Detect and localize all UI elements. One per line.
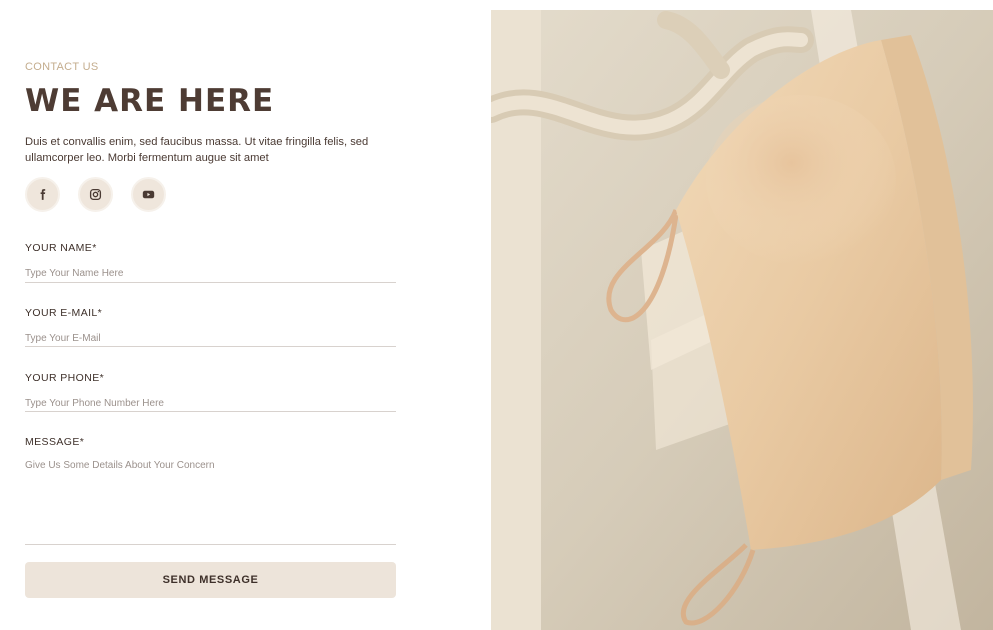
contact-section: CONTACT US WE ARE HERE Duis et convallis… bbox=[25, 0, 396, 630]
bra-on-driftwood-illustration bbox=[491, 10, 993, 630]
phone-label: YOUR PHONE* bbox=[25, 372, 105, 384]
facebook-link[interactable] bbox=[25, 177, 60, 212]
send-message-button[interactable]: SEND MESSAGE bbox=[25, 562, 396, 598]
phone-field-group: YOUR PHONE* bbox=[25, 368, 396, 410]
instagram-icon bbox=[89, 188, 102, 201]
name-underline bbox=[25, 282, 396, 283]
facebook-icon bbox=[40, 189, 46, 200]
email-input[interactable] bbox=[25, 331, 396, 345]
description-text: Duis et convallis enim, sed faucibus mas… bbox=[25, 136, 369, 164]
youtube-icon bbox=[142, 190, 155, 199]
page-title: WE ARE HERE bbox=[25, 83, 275, 119]
message-textarea[interactable] bbox=[25, 460, 396, 530]
instagram-link[interactable] bbox=[78, 177, 113, 212]
email-underline bbox=[25, 346, 396, 347]
eyebrow-label: CONTACT US bbox=[25, 61, 99, 73]
social-links bbox=[25, 177, 166, 212]
message-underline bbox=[25, 544, 396, 545]
name-label: YOUR NAME* bbox=[25, 242, 97, 254]
email-field-group: YOUR E-MAIL* bbox=[25, 303, 396, 345]
message-label: MESSAGE* bbox=[25, 436, 85, 448]
product-photo bbox=[491, 10, 993, 630]
youtube-link[interactable] bbox=[131, 177, 166, 212]
message-field-group: MESSAGE* bbox=[25, 432, 396, 530]
name-field-group: YOUR NAME* bbox=[25, 238, 396, 280]
name-input[interactable] bbox=[25, 266, 396, 280]
email-label: YOUR E-MAIL* bbox=[25, 307, 103, 319]
phone-underline bbox=[25, 411, 396, 412]
phone-input[interactable] bbox=[25, 396, 396, 410]
